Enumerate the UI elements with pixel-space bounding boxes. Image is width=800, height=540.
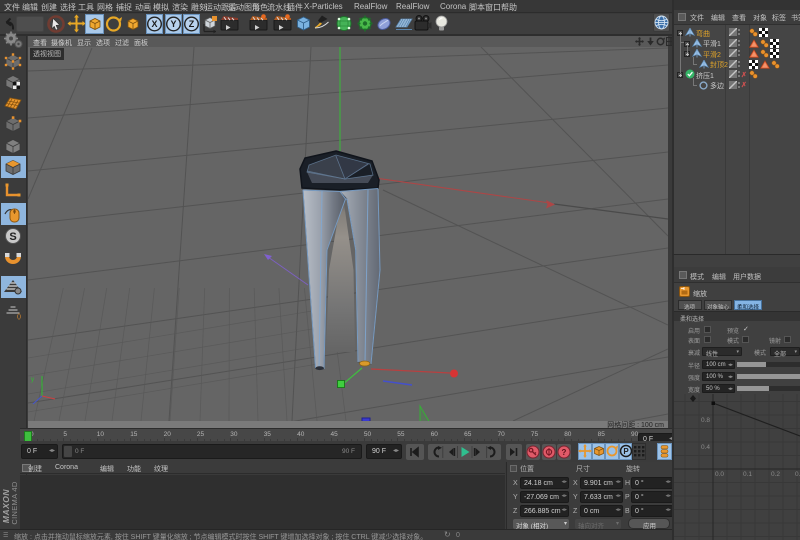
svg-text:Y: Y — [170, 19, 176, 29]
svg-text:0.4: 0.4 — [701, 444, 710, 451]
svg-text:y: y — [31, 377, 34, 383]
svg-text:S: S — [9, 231, 16, 243]
svg-text:0.3: 0.3 — [795, 471, 800, 478]
svg-text:?: ? — [561, 448, 566, 457]
svg-text:0.1: 0.1 — [743, 471, 752, 478]
svg-text:X: X — [151, 19, 157, 29]
svg-text:0.2: 0.2 — [771, 471, 780, 478]
svg-text:0.8: 0.8 — [701, 417, 710, 424]
svg-text:(): () — [17, 314, 21, 320]
svg-text:0.0: 0.0 — [715, 471, 724, 478]
svg-text:Z: Z — [189, 19, 195, 29]
svg-text:P: P — [623, 447, 629, 456]
